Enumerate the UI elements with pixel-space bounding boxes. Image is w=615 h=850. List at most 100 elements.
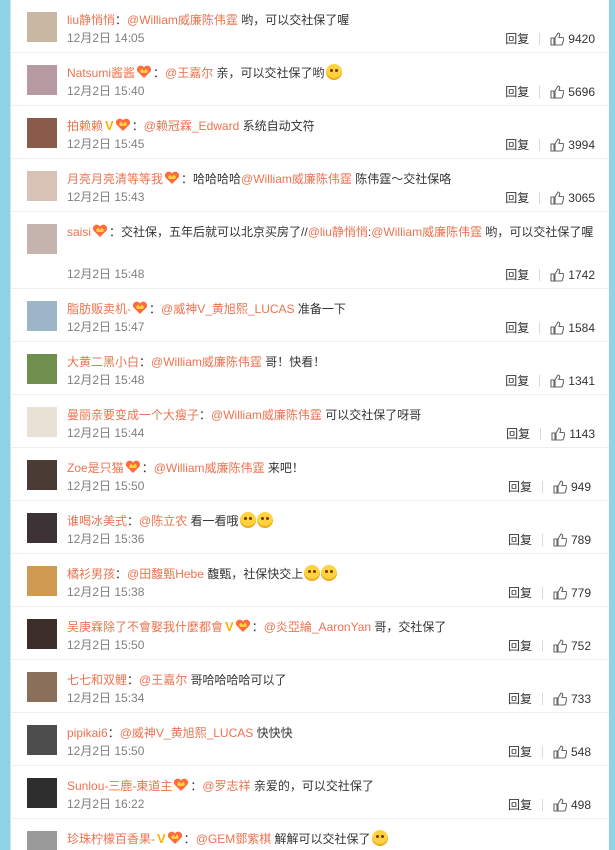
reply-button[interactable]: 回复 [505, 83, 529, 100]
avatar[interactable] [27, 354, 57, 384]
comment-username[interactable]: 吴庚霖除了不會娶我什麼都會 [67, 620, 223, 634]
thumb-up-icon[interactable] [553, 532, 568, 547]
comment-username[interactable]: 珍珠柠檬百香果- [67, 832, 155, 846]
like-count: 5696 [568, 84, 595, 99]
mention-link[interactable]: @liu静悄悄 [308, 225, 368, 239]
comment-username[interactable]: saisi [67, 225, 91, 239]
comment-username[interactable]: 谁喝冰美式 [67, 514, 127, 528]
reply-button[interactable]: 回复 [505, 319, 529, 336]
like-count: 1143 [569, 426, 595, 441]
comment-username[interactable]: liu静悄悄 [67, 13, 115, 27]
comment-time: 12月2日 15:38 [67, 585, 145, 599]
thumb-up-icon[interactable] [553, 638, 568, 653]
reply-button[interactable]: 回复 [506, 425, 530, 442]
mention-link[interactable]: @田馥甄Hebe [127, 567, 204, 581]
reply-button[interactable]: 回复 [505, 189, 529, 206]
avatar[interactable] [27, 831, 57, 850]
colon: ： [183, 832, 196, 846]
comment-text: Sunlou-三鹿-東道主 ：@罗志祥 亲爱的，可以交社保了 [67, 775, 597, 797]
like-count: 733 [571, 691, 592, 706]
thumb-up-icon[interactable] [550, 373, 565, 388]
mention-link[interactable]: @William威廉陈伟霆 [241, 172, 352, 186]
avatar[interactable] [27, 513, 57, 543]
thumb-up-icon[interactable] [551, 426, 566, 441]
comment-username[interactable]: 脂肪贩卖机- [67, 302, 131, 316]
mention-link[interactable]: @炎亞綸_AaronYan [264, 620, 371, 634]
comment-item: 月亮月亮清等等我 ：哈哈哈哈@William威廉陈伟霆 陈伟霆～交社保咯 12月2日… [11, 159, 609, 212]
reply-button[interactable]: 回复 [508, 690, 532, 707]
avatar[interactable] [27, 460, 57, 490]
mention-link[interactable]: @赖冠霖_Edward [144, 119, 240, 133]
comment-body: 哥！快看！ [261, 355, 326, 369]
comment-username[interactable]: 拍赖赖 [67, 119, 103, 133]
thumb-up-icon[interactable] [550, 320, 565, 335]
mention-link[interactable]: @William威廉陈伟霆 [127, 13, 238, 27]
reply-button[interactable]: 回复 [508, 637, 532, 654]
mention-link[interactable]: @William威廉陈伟霆 [151, 355, 262, 369]
thumb-up-icon[interactable] [550, 84, 565, 99]
comment-text: saisi ：交社保，五年后就可以北京买房了//@liu静悄悄:@William威… [67, 221, 597, 243]
emoji-icon [325, 64, 342, 80]
avatar[interactable] [27, 725, 57, 755]
avatar[interactable] [27, 171, 57, 201]
comment-actions: 回复 5696 [505, 83, 595, 100]
thumb-up-icon[interactable] [550, 190, 565, 205]
colon: ： [149, 302, 162, 316]
reply-button[interactable]: 回复 [505, 266, 529, 283]
mention-link[interactable]: @威神V_黄旭熙_LUCAS [120, 726, 254, 740]
comment-username[interactable]: pipikai6 [67, 726, 108, 740]
colon: ： [153, 66, 166, 80]
comment-actions: 回复 752 [508, 637, 595, 654]
emoji-icon [304, 565, 321, 581]
comment-body: 馥甄，社保快交上 [203, 567, 304, 581]
comment-username[interactable]: 七七和双鲤 [67, 673, 127, 687]
thumb-up-icon[interactable] [553, 691, 568, 706]
mention-link[interactable]: @王嘉尔 [165, 66, 213, 80]
reply-button[interactable]: 回复 [505, 30, 529, 47]
mention-link[interactable]: @罗志祥 [202, 779, 250, 793]
reply-button[interactable]: 回复 [505, 136, 529, 153]
avatar[interactable] [27, 619, 57, 649]
reply-button[interactable]: 回复 [508, 796, 532, 813]
mention-link[interactable]: @GEM鄧紫棋 [196, 832, 272, 846]
mention-link[interactable]: @William威廉陈伟霆 [211, 408, 322, 422]
comment-username[interactable]: 橘衫男孩 [67, 567, 115, 581]
thumb-up-icon[interactable] [553, 797, 568, 812]
reply-button[interactable]: 回复 [508, 743, 532, 760]
thumb-up-icon[interactable] [553, 479, 568, 494]
comment-username[interactable]: Natsumi酱酱 [67, 66, 135, 80]
avatar[interactable] [27, 301, 57, 331]
mention-link[interactable]: @William威廉陈伟霆 [371, 225, 482, 239]
mention-link[interactable]: @王嘉尔 [139, 673, 187, 687]
comment-item: Zoe是只猫 ：@William威廉陈伟霆 来吧！ 12月2日 15:50 回复 949 [11, 448, 609, 501]
reply-button[interactable]: 回复 [508, 531, 532, 548]
avatar[interactable] [27, 672, 57, 702]
comment-username[interactable]: 月亮月亮清等等我 [67, 172, 163, 186]
colon: ： [139, 355, 152, 369]
avatar[interactable] [27, 65, 57, 95]
avatar[interactable] [27, 118, 57, 148]
reply-button[interactable]: 回复 [505, 372, 529, 389]
comment-username[interactable]: 大黄二黑小白 [67, 355, 139, 369]
mention-link[interactable]: @威神V_黄旭熙_LUCAS [161, 302, 295, 316]
reply-button[interactable]: 回复 [508, 584, 532, 601]
avatar[interactable] [27, 407, 57, 437]
avatar[interactable] [27, 224, 57, 254]
action-divider [539, 374, 541, 387]
thumb-up-icon[interactable] [553, 744, 568, 759]
comment-username[interactable]: Zoe是只猫 [67, 461, 124, 475]
mention-link[interactable]: @陈立农 [139, 514, 187, 528]
thumb-up-icon[interactable] [550, 267, 565, 282]
avatar[interactable] [27, 778, 57, 808]
thumb-up-icon[interactable] [550, 31, 565, 46]
comment-text: 大黄二黑小白：@William威廉陈伟霆 哥！快看！ [67, 351, 597, 373]
reply-button[interactable]: 回复 [508, 478, 532, 495]
avatar[interactable] [27, 566, 57, 596]
comment-username[interactable]: 曼丽亲要变成一个大瘦子 [67, 408, 199, 422]
comment-username[interactable]: Sunlou-三鹿-東道主 [67, 779, 172, 793]
thumb-up-icon[interactable] [553, 585, 568, 600]
thumb-up-icon[interactable] [550, 137, 565, 152]
avatar[interactable] [27, 12, 57, 42]
comment-body: 哥哈哈哈哈可以了 [187, 673, 287, 687]
mention-link[interactable]: @William威廉陈伟霆 [154, 461, 265, 475]
